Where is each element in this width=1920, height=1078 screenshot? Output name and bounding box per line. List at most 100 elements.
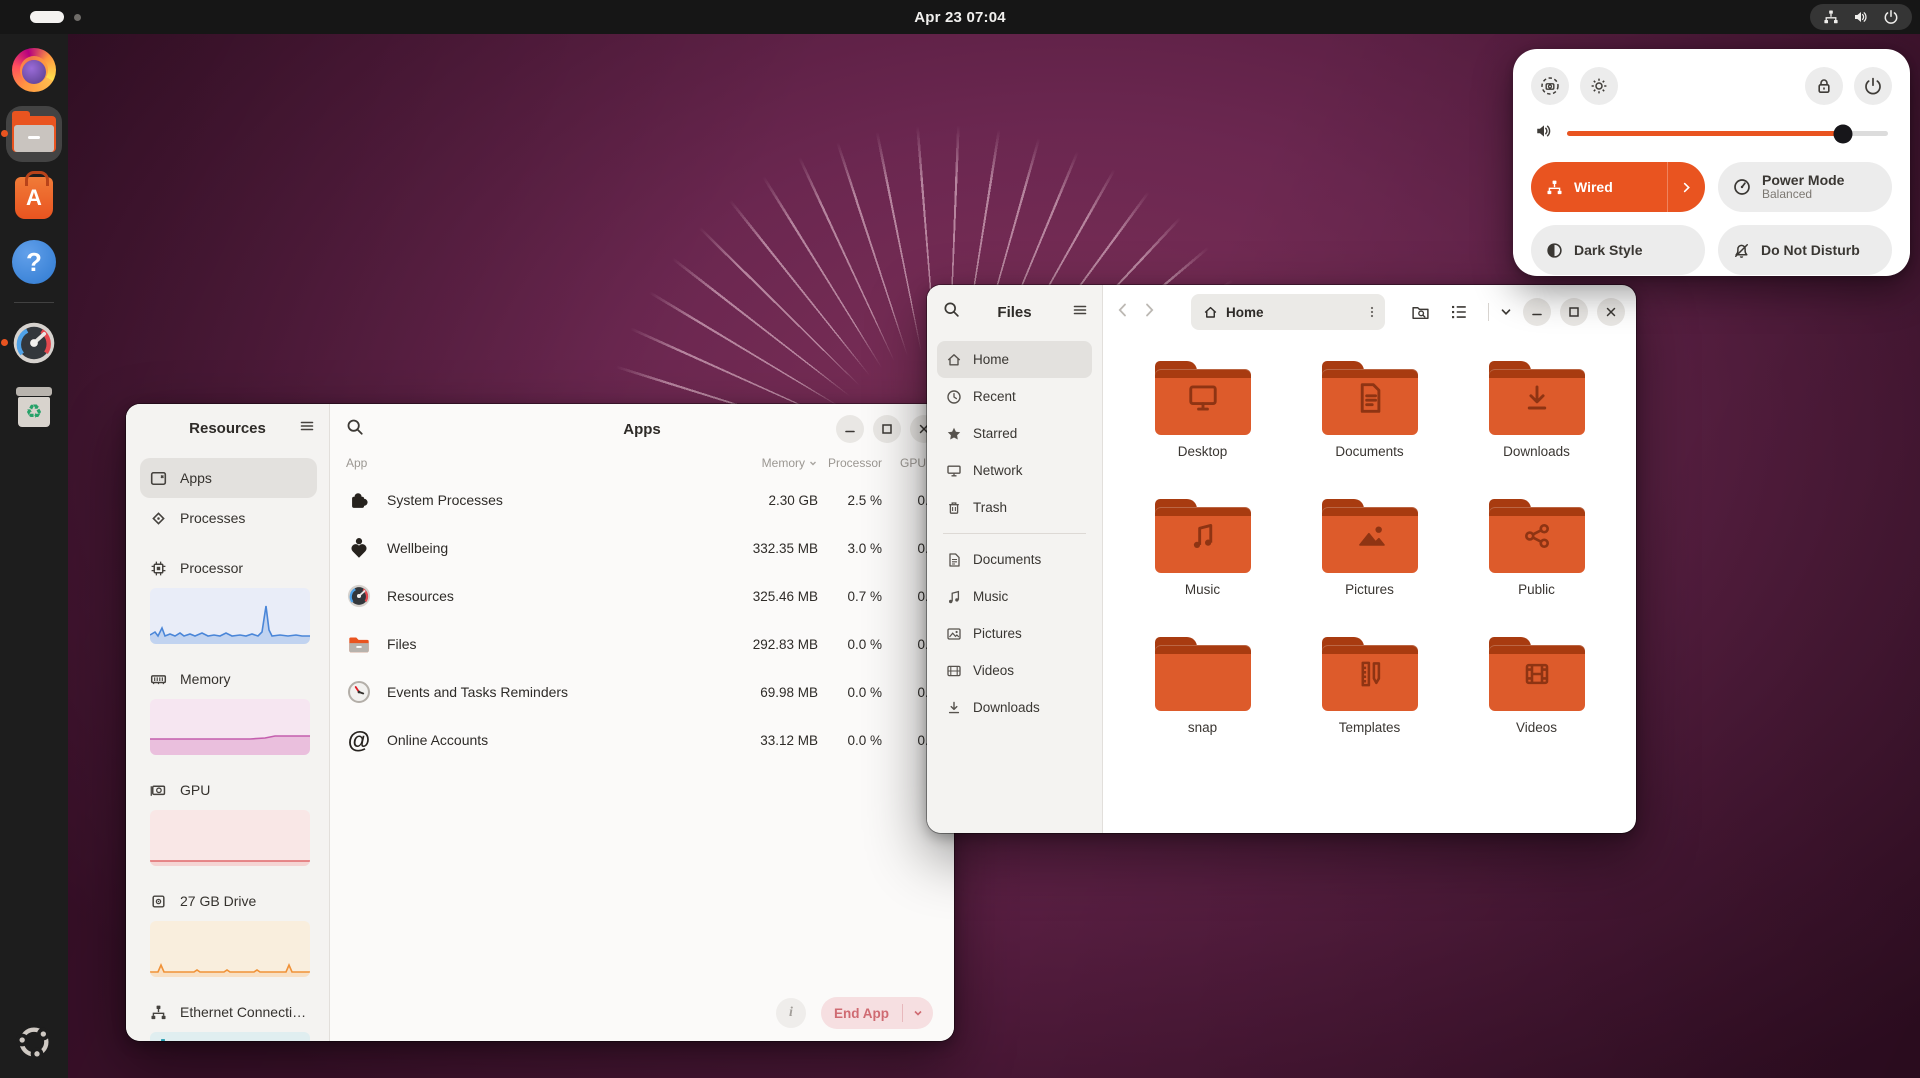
network-wired-icon bbox=[1546, 179, 1563, 196]
folder-grid: Desktop Documents Downloads Music bbox=[1103, 339, 1636, 833]
column-processor[interactable]: Processor bbox=[818, 456, 882, 470]
sidebar-label: Network bbox=[973, 463, 1023, 478]
files-menu-button[interactable] bbox=[1072, 302, 1088, 323]
lock-button[interactable] bbox=[1805, 67, 1843, 105]
table-row[interactable]: @Online Accounts 33.12 MB 0.0 % 0.0 % bbox=[330, 716, 954, 764]
forward-button[interactable] bbox=[1141, 302, 1157, 323]
sidebar-item-documents[interactable]: Documents bbox=[937, 541, 1092, 578]
dock-item-app-center[interactable]: A bbox=[6, 170, 62, 226]
ubuntu-logo-icon bbox=[14, 1022, 54, 1062]
show-apps-button[interactable] bbox=[6, 1014, 62, 1070]
sidebar-item-processor[interactable]: Processor bbox=[140, 555, 317, 581]
clock-icon bbox=[946, 389, 962, 405]
network-wired-icon bbox=[1823, 9, 1839, 25]
do-not-disturb-toggle[interactable]: Do Not Disturb bbox=[1718, 225, 1892, 275]
resources-menu-button[interactable] bbox=[299, 418, 315, 439]
list-view-button[interactable] bbox=[1450, 303, 1468, 321]
sidebar-item-memory[interactable]: Memory bbox=[140, 666, 317, 692]
sidebar-item-trash[interactable]: Trash bbox=[937, 489, 1092, 526]
search-icon[interactable] bbox=[346, 418, 364, 441]
sidebar-item-processes[interactable]: Processes bbox=[140, 498, 317, 538]
sidebar-label-drive: 27 GB Drive bbox=[180, 893, 256, 909]
home-icon bbox=[946, 352, 962, 368]
dock-item-trash[interactable]: ♻ bbox=[6, 379, 62, 435]
speaker-icon[interactable] bbox=[1535, 122, 1553, 145]
maximize-button[interactable] bbox=[1560, 298, 1588, 326]
sidebar-item-drive[interactable]: 27 GB Drive bbox=[140, 888, 317, 914]
folder-icon bbox=[1322, 361, 1418, 435]
dock-item-files[interactable] bbox=[6, 106, 62, 162]
table-row[interactable]: System Processes 2.30 GB 2.5 % 0.0 % bbox=[330, 476, 954, 524]
close-button[interactable] bbox=[1597, 298, 1625, 326]
sidebar-item-home[interactable]: Home bbox=[937, 341, 1092, 378]
dock-item-firefox[interactable] bbox=[6, 42, 62, 98]
sidebar-item-music[interactable]: Music bbox=[937, 578, 1092, 615]
table-row[interactable]: Wellbeing 332.35 MB 3.0 % 0.0 % bbox=[330, 524, 954, 572]
column-memory[interactable]: Memory bbox=[708, 456, 818, 470]
dark-style-toggle[interactable]: Dark Style bbox=[1531, 225, 1705, 275]
view-options-dropdown[interactable] bbox=[1499, 305, 1513, 319]
search-folder-button[interactable] bbox=[1411, 303, 1430, 322]
processor-graph bbox=[150, 588, 310, 644]
settings-gear-button[interactable] bbox=[1580, 67, 1618, 105]
system-tray-button[interactable] bbox=[1810, 4, 1912, 30]
back-button[interactable] bbox=[1115, 302, 1131, 323]
sidebar-item-gpu[interactable]: GPU bbox=[140, 777, 317, 803]
sidebar-item-ethernet[interactable]: Ethernet Connecti… bbox=[140, 999, 317, 1025]
table-row[interactable]: Files 292.83 MB 0.0 % 0.0 % bbox=[330, 620, 954, 668]
minimize-button[interactable] bbox=[1523, 298, 1551, 326]
sidebar-item-recent[interactable]: Recent bbox=[937, 378, 1092, 415]
folder-documents[interactable]: Documents bbox=[1286, 359, 1453, 497]
music-icon bbox=[946, 589, 962, 605]
column-app[interactable]: App bbox=[346, 456, 708, 470]
dark-style-label: Dark Style bbox=[1574, 242, 1705, 258]
folder-desktop[interactable]: Desktop bbox=[1119, 359, 1286, 497]
dock-item-help[interactable]: ? bbox=[6, 234, 62, 290]
sidebar-item-pictures[interactable]: Pictures bbox=[937, 615, 1092, 652]
dock-item-resources[interactable] bbox=[6, 315, 62, 371]
path-bar[interactable]: Home bbox=[1191, 294, 1385, 330]
end-app-label: End App bbox=[821, 1006, 902, 1021]
files-running-dot bbox=[1, 130, 8, 137]
power-mode-toggle[interactable]: Power Mode Balanced bbox=[1718, 162, 1892, 212]
resources-main-pane: Apps App Memory Processor GPU System Pro… bbox=[330, 404, 954, 1041]
sidebar-label-gpu: GPU bbox=[180, 782, 210, 798]
maximize-button[interactable] bbox=[873, 415, 901, 443]
sidebar-item-videos[interactable]: Videos bbox=[937, 652, 1092, 689]
power-icon bbox=[1883, 9, 1899, 25]
wired-expand-arrow[interactable] bbox=[1667, 162, 1705, 212]
info-button[interactable]: i bbox=[776, 998, 806, 1028]
end-app-dropdown[interactable] bbox=[903, 1007, 933, 1019]
volume-slider-knob[interactable] bbox=[1834, 124, 1853, 143]
power-button[interactable] bbox=[1854, 67, 1892, 105]
apps-table: System Processes 2.30 GB 2.5 % 0.0 % Wel… bbox=[330, 476, 954, 985]
screenshot-button[interactable] bbox=[1531, 67, 1569, 105]
sidebar-item-network[interactable]: Network bbox=[937, 452, 1092, 489]
search-icon[interactable] bbox=[943, 301, 960, 323]
folder-downloads[interactable]: Downloads bbox=[1453, 359, 1620, 497]
processor-value: 0.0 % bbox=[818, 685, 882, 700]
table-row[interactable]: Resources 325.46 MB 0.7 % 0.0 % bbox=[330, 572, 954, 620]
volume-slider[interactable] bbox=[1567, 131, 1888, 136]
folder-music[interactable]: Music bbox=[1119, 497, 1286, 635]
folder-public[interactable]: Public bbox=[1453, 497, 1620, 635]
processor-value: 0.0 % bbox=[818, 637, 882, 652]
end-app-button[interactable]: End App bbox=[821, 997, 933, 1029]
minimize-button[interactable] bbox=[836, 415, 864, 443]
folder-pictures[interactable]: Pictures bbox=[1286, 497, 1453, 635]
wired-toggle[interactable]: Wired bbox=[1531, 162, 1705, 212]
clock-menu-button[interactable]: Apr 23 07:04 bbox=[0, 0, 1920, 34]
sidebar-item-apps[interactable]: Apps bbox=[140, 458, 317, 498]
table-row[interactable]: Events and Tasks Reminders 69.98 MB 0.0 … bbox=[330, 668, 954, 716]
folder-videos[interactable]: Videos bbox=[1453, 635, 1620, 773]
volume-row bbox=[1535, 122, 1888, 145]
kebab-menu-icon[interactable] bbox=[1365, 305, 1379, 319]
sidebar-label: Videos bbox=[973, 663, 1014, 678]
folder-templates[interactable]: Templates bbox=[1286, 635, 1453, 773]
sidebar-item-downloads[interactable]: Downloads bbox=[937, 689, 1092, 726]
folder-icon bbox=[1322, 499, 1418, 573]
picture-icon bbox=[946, 626, 962, 642]
sidebar-item-starred[interactable]: Starred bbox=[937, 415, 1092, 452]
files-window: Files Home Recent Starred Network T bbox=[927, 285, 1636, 833]
folder-snap[interactable]: snap bbox=[1119, 635, 1286, 773]
